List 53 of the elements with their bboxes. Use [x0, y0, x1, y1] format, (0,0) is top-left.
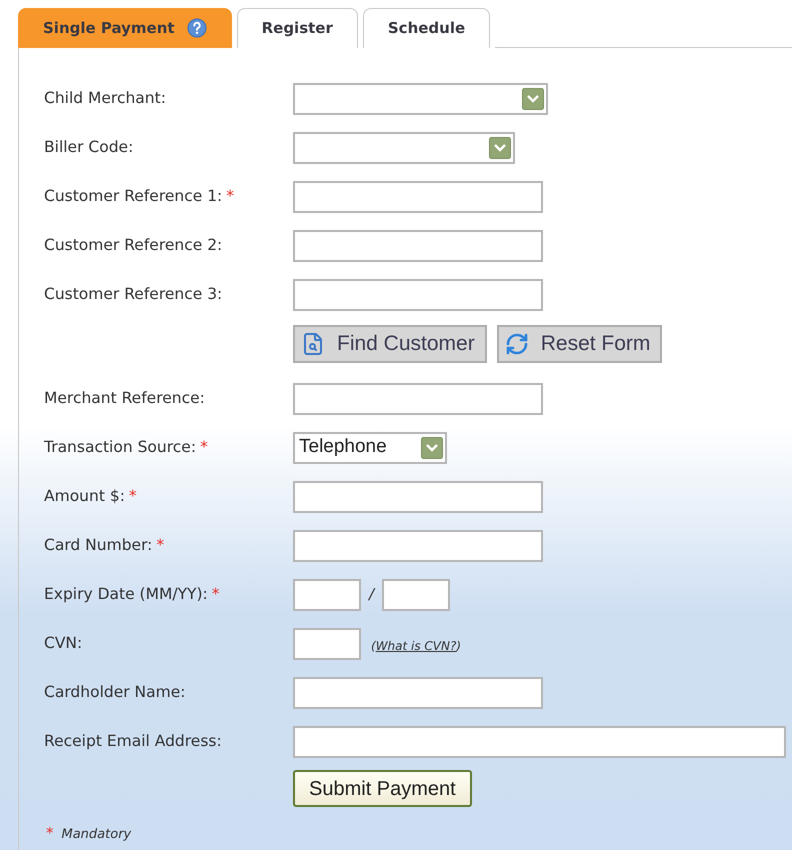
document-search-icon	[301, 332, 325, 356]
field-label: Card Number:	[44, 534, 152, 556]
field-label: Child Merchant:	[44, 88, 166, 109]
field-label: Customer Reference 1:	[44, 186, 222, 207]
field-label: Expiry Date (MM/YY):	[44, 584, 208, 605]
text-field[interactable]	[293, 382, 543, 414]
refresh-icon	[504, 332, 529, 356]
cvn-field[interactable]	[293, 628, 361, 660]
text-field[interactable]	[293, 726, 786, 758]
tab-label: Schedule	[388, 18, 466, 40]
required-mark: *	[200, 436, 208, 458]
chevron-down-icon	[489, 136, 511, 158]
tab[interactable]: Single Payment	[18, 8, 232, 48]
reset-form-button[interactable]: Reset Form	[496, 325, 662, 363]
year-field[interactable]	[382, 578, 450, 610]
dropdown[interactable]: Telephone	[293, 432, 447, 464]
date-separator: /	[369, 584, 374, 606]
what-is-cvn-link[interactable]: What is CVN?	[376, 636, 456, 654]
link-bracket: (	[371, 638, 376, 654]
text-field[interactable]	[293, 480, 543, 512]
dropdown[interactable]	[293, 82, 548, 114]
text-field[interactable]	[293, 530, 543, 562]
tab[interactable]: Register	[236, 8, 358, 48]
field-label: Merchant Reference:	[44, 388, 205, 409]
tab-label: Register	[262, 18, 333, 40]
help-icon[interactable]	[186, 18, 207, 38]
submit-payment-button[interactable]: Submit Payment	[293, 770, 472, 807]
tab[interactable]: Schedule	[362, 8, 490, 48]
field-label: Cardholder Name:	[44, 682, 186, 703]
month-field[interactable]	[293, 578, 361, 610]
text-field[interactable]	[293, 180, 543, 212]
tab-label: Single Payment	[43, 18, 175, 39]
text-field[interactable]	[293, 676, 543, 708]
field-label: Amount $:	[44, 486, 125, 507]
required-mark: *	[212, 584, 220, 605]
chevron-down-icon	[421, 436, 443, 458]
find-customer-button[interactable]: Find Customer	[293, 325, 487, 363]
field-label: Biller Code:	[44, 136, 134, 158]
text-field[interactable]	[293, 278, 543, 310]
field-label: Transaction Source:	[44, 436, 196, 458]
required-mark: *	[156, 534, 164, 556]
required-mark: *	[46, 823, 54, 844]
dropdown[interactable]	[293, 132, 515, 164]
required-mark: *	[226, 186, 234, 207]
field-label: Customer Reference 2:	[44, 234, 222, 256]
field-label: Receipt Email Address:	[44, 730, 222, 752]
link-bracket: )	[456, 638, 462, 654]
field-label: Customer Reference 3:	[44, 284, 222, 305]
mandatory-note: Mandatory	[62, 826, 132, 844]
chevron-down-icon	[522, 88, 544, 110]
required-mark: *	[128, 486, 137, 507]
text-field[interactable]	[293, 230, 543, 262]
field-label: CVN:	[44, 632, 82, 654]
